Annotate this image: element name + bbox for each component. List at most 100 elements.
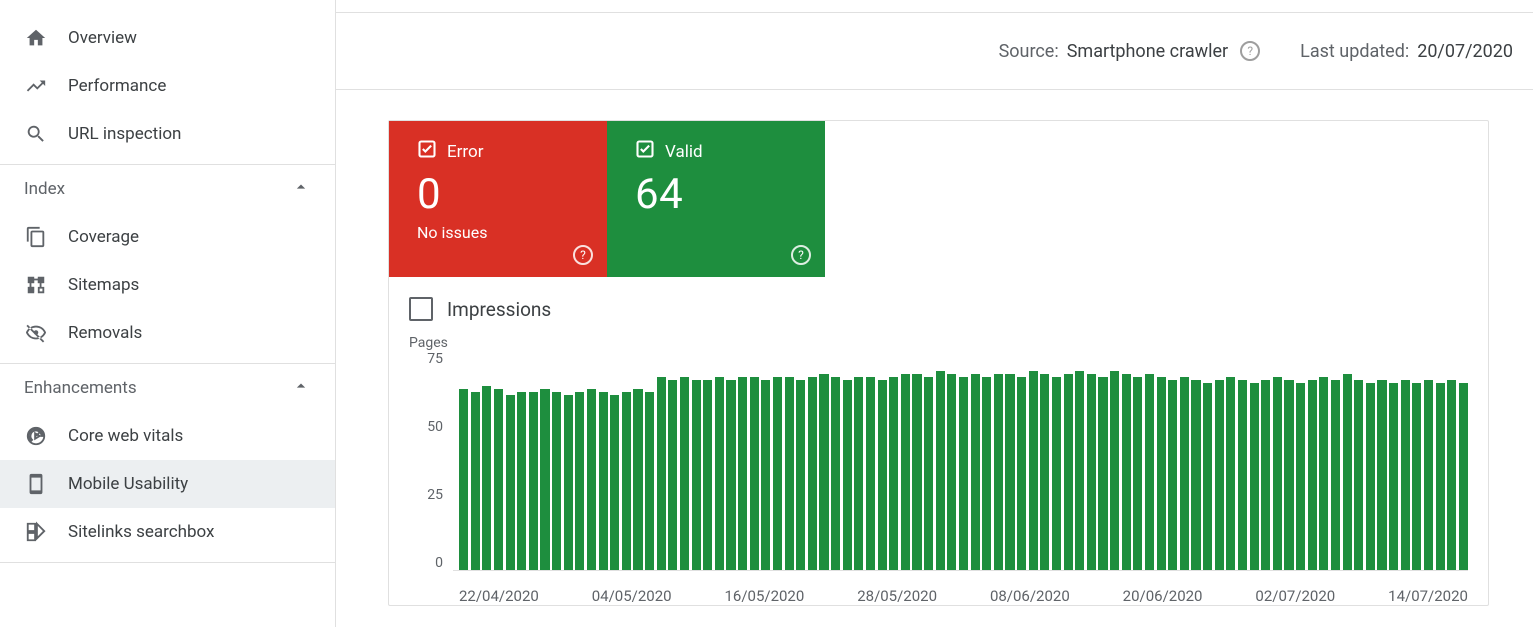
bar[interactable] xyxy=(587,389,596,570)
bar[interactable] xyxy=(668,380,677,570)
bar[interactable] xyxy=(761,380,770,570)
bar[interactable] xyxy=(692,380,701,570)
bar[interactable] xyxy=(1238,380,1247,570)
bar[interactable] xyxy=(482,386,491,570)
bar[interactable] xyxy=(1308,380,1317,570)
bar[interactable] xyxy=(936,371,945,570)
bar[interactable] xyxy=(599,392,608,570)
sidebar-item-url-inspection[interactable]: URL inspection xyxy=(0,110,335,158)
bar[interactable] xyxy=(506,395,515,570)
bar[interactable] xyxy=(657,377,666,570)
bar[interactable] xyxy=(1040,374,1049,570)
stat-error[interactable]: Error 0 No issues ? xyxy=(389,121,607,277)
bar[interactable] xyxy=(1459,383,1468,570)
stat-valid[interactable]: Valid 64 ? xyxy=(607,121,825,277)
bar[interactable] xyxy=(1122,374,1131,570)
bar[interactable] xyxy=(1284,380,1293,570)
bar[interactable] xyxy=(540,389,549,570)
bar[interactable] xyxy=(1087,374,1096,570)
bar[interactable] xyxy=(622,392,631,570)
bar[interactable] xyxy=(471,392,480,570)
bar[interactable] xyxy=(1168,380,1177,570)
bar[interactable] xyxy=(552,392,561,570)
bar[interactable] xyxy=(866,377,875,570)
bar[interactable] xyxy=(1447,380,1456,570)
sidebar-item-removals[interactable]: Removals xyxy=(0,309,335,357)
bar[interactable] xyxy=(1389,383,1398,570)
bar[interactable] xyxy=(1401,380,1410,570)
bar[interactable] xyxy=(1250,383,1259,570)
bar[interactable] xyxy=(1366,383,1375,570)
bar[interactable] xyxy=(645,392,654,570)
bar[interactable] xyxy=(982,377,991,570)
bar[interactable] xyxy=(1133,377,1142,570)
help-icon[interactable]: ? xyxy=(573,245,593,265)
bar[interactable] xyxy=(878,380,887,570)
bar[interactable] xyxy=(819,374,828,570)
bar[interactable] xyxy=(959,377,968,570)
bar[interactable] xyxy=(843,380,852,570)
bar[interactable] xyxy=(633,389,642,570)
sidebar-item-sitelinks-searchbox[interactable]: Sitelinks searchbox xyxy=(0,508,335,556)
bar[interactable] xyxy=(947,374,956,570)
bar[interactable] xyxy=(1354,380,1363,570)
bar[interactable] xyxy=(901,374,910,570)
bar[interactable] xyxy=(1412,383,1421,570)
impressions-toggle[interactable]: Impressions xyxy=(389,277,1488,335)
bar[interactable] xyxy=(773,377,782,570)
bar[interactable] xyxy=(1180,377,1189,570)
bar[interactable] xyxy=(703,380,712,570)
bar[interactable] xyxy=(785,377,794,570)
bar[interactable] xyxy=(1215,380,1224,570)
bar[interactable] xyxy=(912,374,921,570)
bar[interactable] xyxy=(854,377,863,570)
bar[interactable] xyxy=(1319,377,1328,570)
bar[interactable] xyxy=(1064,374,1073,570)
bar[interactable] xyxy=(1075,371,1084,570)
bar[interactable] xyxy=(1005,374,1014,570)
bar[interactable] xyxy=(1157,377,1166,570)
bar[interactable] xyxy=(994,374,1003,570)
sidebar-section-enhancements[interactable]: Enhancements xyxy=(0,364,335,412)
sidebar-item-overview[interactable]: Overview xyxy=(0,14,335,62)
bar[interactable] xyxy=(610,395,619,570)
bar[interactable] xyxy=(1261,380,1270,570)
sidebar-section-index[interactable]: Index xyxy=(0,165,335,213)
help-icon[interactable]: ? xyxy=(791,245,811,265)
bar[interactable] xyxy=(971,374,980,570)
bar[interactable] xyxy=(529,392,538,570)
sidebar-item-coverage[interactable]: Coverage xyxy=(0,213,335,261)
bar[interactable] xyxy=(831,377,840,570)
bar[interactable] xyxy=(1226,377,1235,570)
bar[interactable] xyxy=(750,377,759,570)
bar[interactable] xyxy=(459,389,468,570)
bar[interactable] xyxy=(1110,371,1119,570)
bar[interactable] xyxy=(1203,383,1212,570)
bar[interactable] xyxy=(1052,377,1061,570)
bar[interactable] xyxy=(1273,377,1282,570)
bar[interactable] xyxy=(1424,380,1433,570)
bar[interactable] xyxy=(1017,377,1026,570)
bar[interactable] xyxy=(1436,383,1445,570)
bar[interactable] xyxy=(680,377,689,570)
bar[interactable] xyxy=(924,377,933,570)
bar[interactable] xyxy=(715,377,724,570)
bar[interactable] xyxy=(738,377,747,570)
bar[interactable] xyxy=(1029,371,1038,570)
sidebar-item-mobile-usability[interactable]: Mobile Usability xyxy=(0,460,335,508)
bar[interactable] xyxy=(564,395,573,570)
bar[interactable] xyxy=(494,389,503,570)
help-icon[interactable]: ? xyxy=(1240,41,1260,61)
bar[interactable] xyxy=(1343,374,1352,570)
bar[interactable] xyxy=(808,377,817,570)
bar[interactable] xyxy=(575,392,584,570)
bar[interactable] xyxy=(726,380,735,570)
bar[interactable] xyxy=(796,380,805,570)
sidebar-item-performance[interactable]: Performance xyxy=(0,62,335,110)
sidebar-item-sitemaps[interactable]: Sitemaps xyxy=(0,261,335,309)
checkbox-unchecked-icon[interactable] xyxy=(409,297,433,321)
bar[interactable] xyxy=(1377,380,1386,570)
bar[interactable] xyxy=(1191,380,1200,570)
bar[interactable] xyxy=(517,392,526,570)
bar[interactable] xyxy=(1098,377,1107,570)
